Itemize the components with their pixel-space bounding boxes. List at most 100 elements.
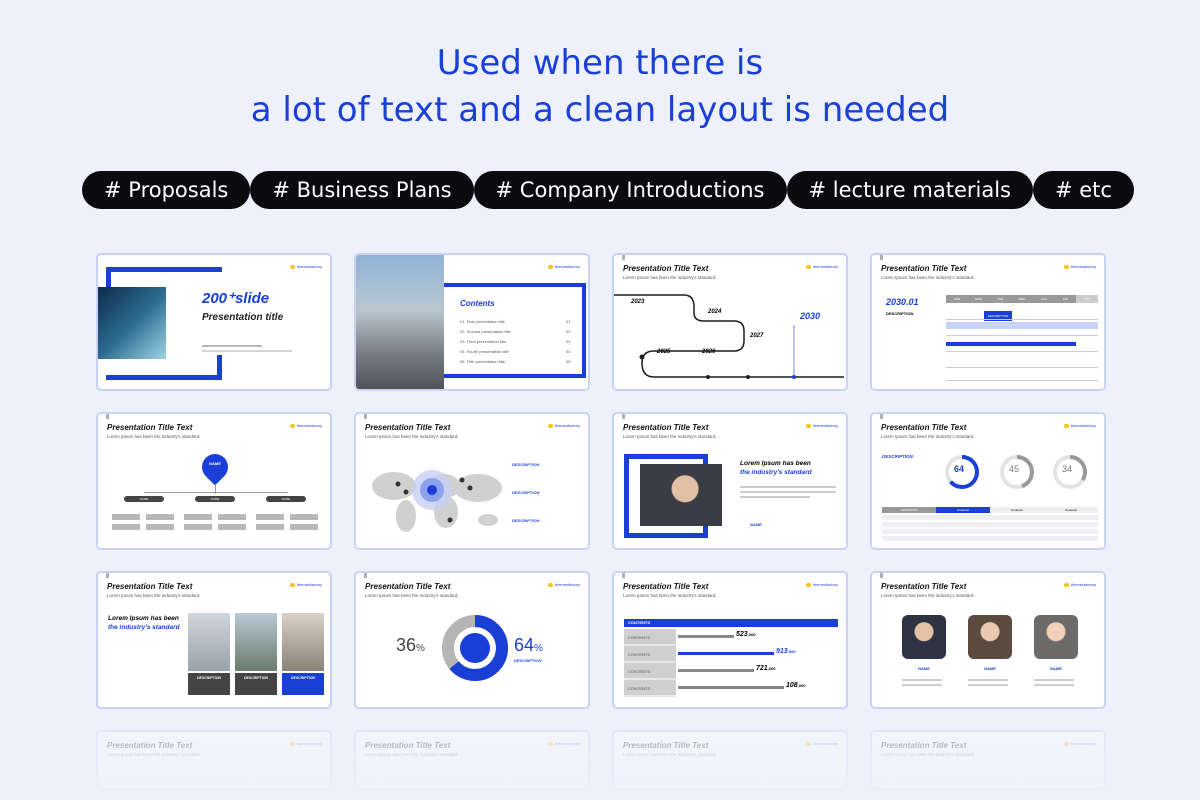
org-leaf xyxy=(290,514,318,520)
org-leaf xyxy=(146,524,174,530)
gantt-value: 913,000 xyxy=(776,648,795,655)
donut-unit: % xyxy=(534,643,543,654)
donut-chart xyxy=(442,615,508,681)
tag-lecture-materials[interactable]: # lecture materials xyxy=(786,171,1033,209)
slide-title: Presentation Title Text xyxy=(107,582,193,591)
tag-company-introductions[interactable]: # Company Introductions xyxy=(473,171,787,209)
laptop-image xyxy=(98,287,166,359)
slide-tab xyxy=(106,573,109,578)
slide-stats[interactable]: Presentation Title Text Lorem Ipsum has … xyxy=(870,412,1106,550)
org-mid: NAME xyxy=(124,496,164,502)
org-leaf xyxy=(184,514,212,520)
contents-num: 05 xyxy=(566,359,571,364)
team-photo xyxy=(1034,615,1078,659)
contents-item: 01. First presentation title xyxy=(460,319,505,324)
gantt-unit: ,000 xyxy=(747,632,756,637)
org-leaf xyxy=(218,524,246,530)
map-label: DESCRIPTION xyxy=(512,490,540,495)
gantt-number: 721 xyxy=(756,665,768,672)
bottom-fade xyxy=(0,720,1200,800)
tag-etc[interactable]: # etc xyxy=(1032,171,1134,209)
slide-subtitle: Lorem Ipsum has been the industry's stan… xyxy=(107,434,201,439)
brand-logo: themesfactory xyxy=(290,264,322,269)
grid-line xyxy=(946,319,1098,320)
slide-cover[interactable]: themesfactory 200⁺slide Presentation tit… xyxy=(96,253,332,391)
year-label: 2027 xyxy=(750,333,764,339)
brand-logo: themesfactory xyxy=(806,582,838,587)
grid-line xyxy=(946,335,1098,336)
timeline-curve xyxy=(614,294,844,379)
brand-logo: themesfactory xyxy=(290,582,322,587)
slide-calendar[interactable]: Presentation Title Text Lorem Ipsum has … xyxy=(870,253,1106,391)
slide-subtitle: Lorem Ipsum has been the industry's stan… xyxy=(623,434,717,439)
slide-title: Presentation Title Text xyxy=(881,264,967,273)
calendar-header: SUN MON TUE WED THU FRI SAT xyxy=(946,295,1099,303)
tag-business-plans[interactable]: # Business Plans xyxy=(250,171,474,209)
slide-title: Presentation Title Text xyxy=(623,582,709,591)
gantt-bar xyxy=(678,686,784,689)
building-photo xyxy=(188,613,230,671)
year-label: 2023 xyxy=(631,299,645,305)
text-line xyxy=(740,486,836,488)
stats-label: DESCRIPTION xyxy=(882,454,913,459)
slide-tab xyxy=(622,414,625,419)
team-photo xyxy=(902,615,946,659)
brand-logo: themesfactory xyxy=(1064,582,1096,587)
brand-logo: themesfactory xyxy=(548,264,580,269)
photo-caption: DESCRIPTION xyxy=(188,673,230,695)
org-top: NAME xyxy=(209,461,221,466)
donut-right-number: 64 xyxy=(514,635,535,655)
gantt-number: 108 xyxy=(786,682,798,689)
slide-org-chart[interactable]: Presentation Title Text Lorem Ipsum has … xyxy=(96,412,332,550)
donut-left-number: 36 xyxy=(396,635,417,655)
org-leaf xyxy=(290,524,318,530)
contents-heading: Contents xyxy=(460,299,495,308)
team-name: NAME xyxy=(918,666,930,671)
stat-value: 64 xyxy=(954,464,965,474)
tag-proposals[interactable]: # Proposals xyxy=(82,171,251,209)
org-leaf xyxy=(146,514,174,520)
calendar-band xyxy=(946,322,1098,329)
org-leaf xyxy=(218,514,246,520)
donut-right-value: 64% xyxy=(514,635,543,656)
contents-item: 03. Third presentation title xyxy=(460,339,507,344)
org-mid: NAME xyxy=(266,496,306,502)
slide-timeline[interactable]: Presentation Title Text Lorem Ipsum has … xyxy=(612,253,848,391)
day-label: THU xyxy=(1040,297,1047,301)
day-label: MON xyxy=(975,297,983,301)
brand-logo: themesfactory xyxy=(290,423,322,428)
contents-item: 02. Second presentation title xyxy=(460,329,511,334)
slide-tab xyxy=(622,573,625,578)
slide-photo-cards[interactable]: Presentation Title Text Lorem Ipsum has … xyxy=(96,571,332,709)
calendar-label: DESCRIPTION xyxy=(886,311,914,316)
slide-world-map[interactable]: Presentation Title Text Lorem Ipsum has … xyxy=(354,412,590,550)
gantt-value: 523,000 xyxy=(736,631,755,638)
slide-title: Presentation Title Text xyxy=(107,423,193,432)
slide-subtitle: Lorem Ipsum has been the industry's stan… xyxy=(881,593,975,598)
headline-line-1: Used when there is xyxy=(436,43,764,83)
team-photo xyxy=(968,615,1012,659)
contents-num: 02 xyxy=(566,329,571,334)
slide-contents[interactable]: themesfactory Contents 01. First present… xyxy=(354,253,590,391)
slide-team[interactable]: Presentation Title Text Lorem Ipsum has … xyxy=(870,571,1106,709)
slide-subtitle: Lorem Ipsum has been the industry's stan… xyxy=(623,593,717,598)
gantt-unit: ,000 xyxy=(767,666,776,671)
frame-top xyxy=(106,267,222,272)
text-line xyxy=(968,679,1008,681)
day-label: FRI xyxy=(1063,297,1068,301)
slide-profile[interactable]: Presentation Title Text Lorem Ipsum has … xyxy=(612,412,848,550)
slide-gantt[interactable]: Presentation Title Text Lorem Ipsum has … xyxy=(612,571,848,709)
slide-title: Presentation Title Text xyxy=(623,423,709,432)
table-col: Contents xyxy=(936,507,990,513)
building-photo xyxy=(282,613,324,671)
stats-table-body xyxy=(882,515,1098,541)
org-leaf xyxy=(112,524,140,530)
slide-donut[interactable]: Presentation Title Text Lorem Ipsum has … xyxy=(354,571,590,709)
year-label: 2024 xyxy=(708,309,722,315)
headline-line-2: a lot of text and a clean layout is need… xyxy=(250,90,950,130)
gantt-unit: ,000 xyxy=(797,683,806,688)
stat-value: 45 xyxy=(1009,464,1020,474)
gantt-header xyxy=(624,619,838,627)
table-col: Contents xyxy=(1044,507,1098,513)
gantt-row-label: CONTENTS xyxy=(628,652,650,657)
